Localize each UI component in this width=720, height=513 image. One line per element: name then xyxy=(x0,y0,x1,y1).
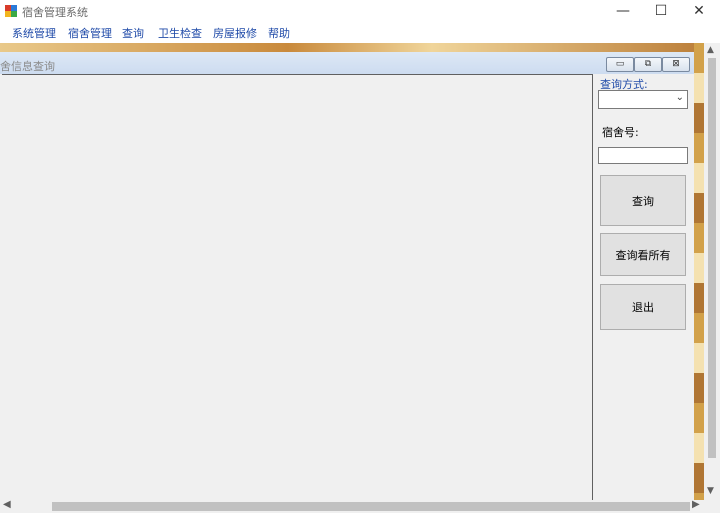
chevron-down-icon: ⌄ xyxy=(675,92,684,103)
exit-button[interactable]: 退出 xyxy=(600,284,686,330)
scroll-left-icon[interactable]: ◀ xyxy=(3,499,11,510)
menu-hygiene[interactable]: 卫生检查 xyxy=(158,25,202,41)
menu-dorm[interactable]: 宿舍管理 xyxy=(68,25,112,41)
room-number-input[interactable] xyxy=(598,147,688,164)
vertical-scroll-thumb[interactable] xyxy=(708,58,716,458)
child-caption xyxy=(0,52,694,74)
child-restore-button[interactable]: ⧉ xyxy=(634,57,662,72)
query-all-button[interactable]: 查询看所有 xyxy=(600,233,686,276)
menu-query[interactable]: 查询 xyxy=(122,25,144,41)
child-minimize-button[interactable]: ▭ xyxy=(606,57,634,72)
horizontal-scroll-thumb[interactable] xyxy=(52,502,690,511)
scroll-right-icon[interactable]: ▶ xyxy=(692,499,700,510)
menu-system[interactable]: 系统管理 xyxy=(12,25,56,41)
close-button[interactable]: ✕ xyxy=(680,0,718,22)
minimize-button[interactable]: — xyxy=(604,0,642,22)
query-button[interactable]: 查询 xyxy=(600,175,686,226)
maximize-button[interactable]: ☐ xyxy=(642,0,680,22)
child-title: 舍信息查询 xyxy=(0,60,55,73)
app-icon xyxy=(5,5,17,17)
scroll-up-icon[interactable]: ▲ xyxy=(707,45,714,55)
results-grid[interactable] xyxy=(2,74,593,501)
window-title: 宿舍管理系统 xyxy=(22,6,88,19)
child-close-button[interactable]: ⊠ xyxy=(662,57,690,72)
room-label: 宿舍号: xyxy=(602,126,639,139)
query-mode-select[interactable]: ⌄ xyxy=(598,90,688,109)
scroll-down-icon[interactable]: ▼ xyxy=(707,486,714,496)
menu-repair[interactable]: 房屋报修 xyxy=(213,25,257,41)
query-mode-value xyxy=(599,91,602,104)
menu-help[interactable]: 帮助 xyxy=(268,25,290,41)
